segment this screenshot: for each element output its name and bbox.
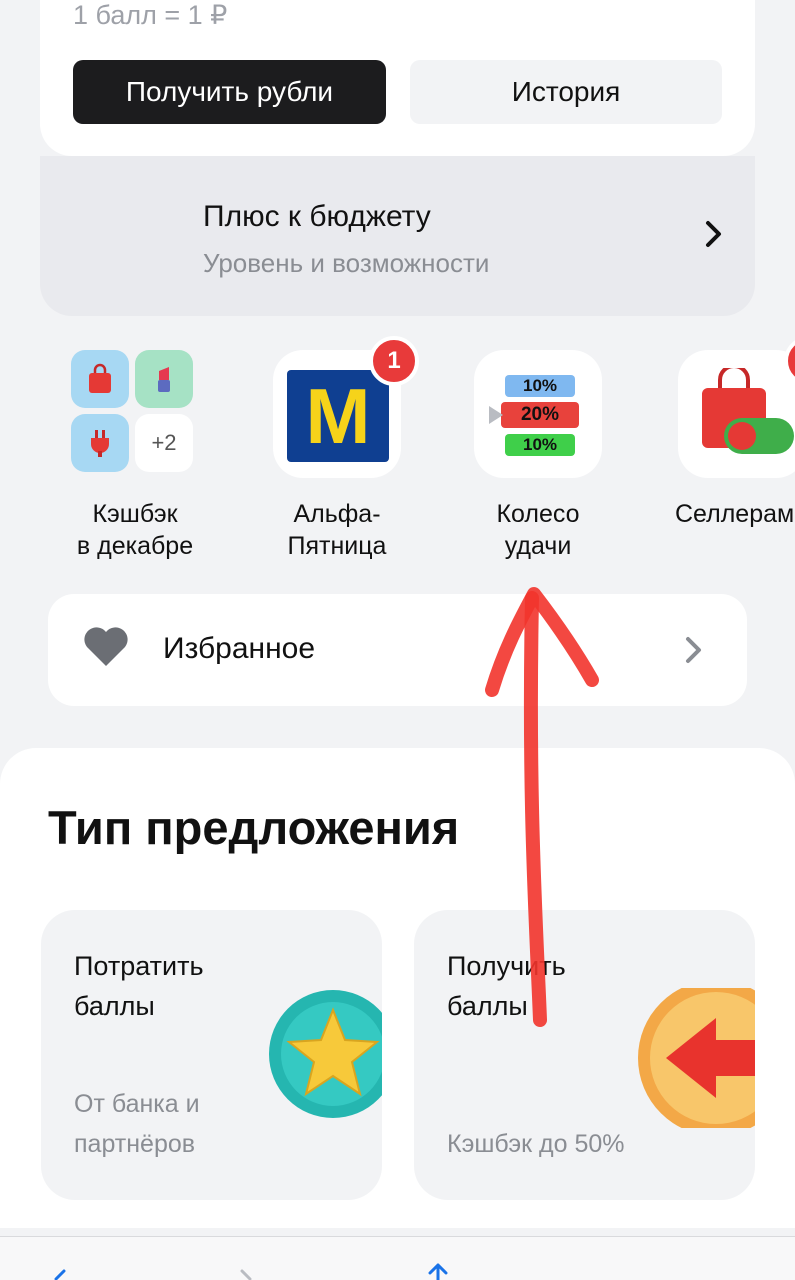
section-title: Тип предложения [48, 801, 460, 854]
lipstick-icon [135, 350, 193, 408]
story-label: Селлерам [675, 500, 795, 528]
share-icon[interactable] [423, 1263, 453, 1280]
stories-row: +2 Кэшбэк в декабре M 1 Альфа- Пятница 1… [0, 336, 795, 570]
plug-icon [71, 414, 129, 472]
earn-points-card[interactable]: Получить баллы Кэшбэк до 50% [414, 910, 755, 1200]
offer-card-subtitle: Кэшбэк до 50% [447, 1130, 625, 1158]
level-subtitle: Уровень и возможности [203, 248, 490, 278]
favorites-row[interactable]: Избранное [48, 594, 747, 706]
points-rate: 1 балл = 1 ₽ [73, 0, 228, 30]
level-card[interactable]: Плюс к бюджету Уровень и возможности [40, 156, 755, 316]
story-label: Колесо удачи [496, 500, 580, 560]
offer-card-subtitle: От банка и партнёров [74, 1090, 200, 1158]
favorites-label: Избранное [163, 632, 316, 665]
arrow-coin-icon [638, 988, 755, 1128]
offer-card-title: Получить баллы [447, 951, 566, 1021]
back-icon[interactable] [50, 1269, 70, 1280]
wheel-of-fortune-icon: 10% 20% 10% [474, 350, 602, 478]
pointer-icon [489, 406, 503, 424]
star-coin-icon [269, 990, 382, 1118]
notification-badge: 1 [369, 336, 419, 386]
story-wheel-of-fortune[interactable]: 10% 20% 10% Колесо удачи [448, 350, 628, 562]
points-card: 1 балл = 1 ₽ Получить рубли История [40, 0, 755, 156]
alfa-friday-logo: M [287, 370, 389, 462]
story-label: Альфа- Пятница [287, 500, 387, 560]
story-cashback[interactable]: +2 Кэшбэк в декабре [45, 350, 225, 562]
level-title: Плюс к бюджету [203, 200, 431, 233]
forward-icon[interactable] [236, 1269, 256, 1280]
more-categories-count: +2 [135, 414, 193, 472]
sellers-icon: 1 [678, 336, 795, 478]
story-label: Кэшбэк в декабре [76, 500, 194, 560]
story-sellers[interactable]: 1 Селлерам [650, 336, 795, 530]
story-alfa-friday[interactable]: M 1 Альфа- Пятница [247, 336, 427, 562]
history-button[interactable]: История [410, 60, 722, 124]
alfa-friday-icon: M 1 [273, 336, 419, 478]
bottom-tab-bar [0, 1236, 795, 1280]
shopping-bag-icon [71, 350, 129, 408]
chevron-right-icon [686, 637, 701, 663]
chevron-right-icon [706, 221, 721, 247]
offer-card-title: Потратить баллы [74, 951, 204, 1021]
offer-type-section: Тип предложения Потратить баллы От банка… [0, 748, 795, 1228]
heart-icon [84, 627, 128, 666]
spend-points-card[interactable]: Потратить баллы От банка и партнёров [41, 910, 382, 1200]
get-rubles-button[interactable]: Получить рубли [73, 60, 386, 124]
cashback-categories-icon: +2 [71, 350, 199, 478]
